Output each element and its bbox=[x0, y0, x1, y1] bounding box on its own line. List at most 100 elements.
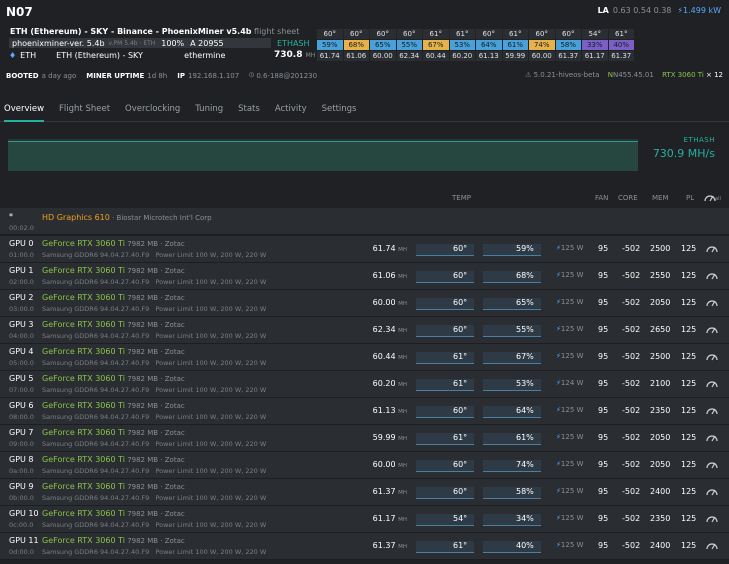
gpu-mem-detail: Samsung GDDR6 94.04.27.40.F9 Power Limit… bbox=[42, 521, 266, 529]
gpu-mem-detail: Samsung GDDR6 94.04.27.40.F9 Power Limit… bbox=[42, 467, 266, 475]
gpu-hashrate-unit: MH bbox=[398, 490, 407, 496]
gpu-hashrate-value: 61.13 bbox=[372, 406, 396, 415]
gpu-bus: 02:00.0 bbox=[9, 278, 34, 286]
gpu-hashrate-value: 61.17 bbox=[372, 514, 396, 523]
gpu-row[interactable]: GPU 3 04:00.0 GeForce RTX 3060 Ti 7982 MB … bbox=[0, 317, 729, 344]
gauge-icon[interactable] bbox=[706, 270, 718, 280]
summary-temp-0: 60° bbox=[317, 29, 343, 39]
tab-settings[interactable]: Settings bbox=[322, 100, 357, 122]
gpu-core-oc: -502 bbox=[622, 487, 641, 496]
gpu-hashrate-unit: MH bbox=[398, 301, 407, 307]
gpu-power-value: 125 W bbox=[560, 460, 584, 468]
gpu-pl: 125 bbox=[681, 487, 697, 496]
gpu-mem-type: Samsung GDDR6 94.04.27.40.F9 bbox=[42, 332, 150, 340]
accepted-shares: A 20955 bbox=[190, 38, 224, 48]
gauge-icon[interactable] bbox=[706, 243, 718, 253]
gpu-title: GeForce RTX 3060 Ti 7982 MB · Zotac bbox=[42, 239, 185, 248]
gpu-mem-oc: 2500 bbox=[650, 244, 671, 253]
gauge-icon[interactable] bbox=[706, 459, 718, 469]
gpu-title: GeForce RTX 3060 Ti 7982 MB · Zotac bbox=[42, 293, 185, 302]
tab-tuning[interactable]: Tuning bbox=[195, 100, 223, 122]
gpu-row[interactable]: GPU 8 0a:00.0 GeForce RTX 3060 Ti 7982 MB … bbox=[0, 452, 729, 479]
gpu-fan: 34% bbox=[516, 514, 534, 523]
gpu-power-limit: Power Limit 100 W, 200 W, 220 W bbox=[155, 467, 267, 475]
flight-sheet-name[interactable]: ETH (Ethereum) - SKY - Binance - Phoenix… bbox=[10, 27, 252, 36]
gpu-mem-type: Samsung GDDR6 94.04.27.40.F9 bbox=[42, 467, 150, 475]
summary-fan-3: 55% bbox=[396, 40, 422, 50]
gauge-icon[interactable] bbox=[706, 486, 718, 496]
flight-sheet-title[interactable]: ETH (Ethereum) - SKY - Binance - Phoenix… bbox=[10, 27, 299, 36]
gpu-fan: 53% bbox=[516, 379, 534, 388]
gpu-temp: 60° bbox=[453, 271, 468, 280]
tab-overview[interactable]: Overview bbox=[4, 100, 45, 122]
miner-name: phoenixminer-ver. 5.4b bbox=[12, 38, 105, 48]
gpu-row[interactable]: GPU 10 0c:00.0 GeForce RTX 3060 Ti 7982 MB… bbox=[0, 506, 729, 533]
gauge-icon[interactable] bbox=[706, 351, 718, 361]
gpu-row[interactable]: GPU 4 05:00.0 GeForce RTX 3060 Ti 7982 MB … bbox=[0, 344, 729, 371]
summary-temp-9: 60° bbox=[555, 29, 581, 39]
gpu-hashrate-value: 60.00 bbox=[372, 460, 396, 469]
gpu-row[interactable]: GPU 9 0b:00.0 GeForce RTX 3060 Ti 7982 MB … bbox=[0, 479, 729, 506]
gpu-power-value: 125 W bbox=[560, 325, 584, 333]
gauge-icon[interactable] bbox=[706, 297, 718, 307]
tab-flight-sheet[interactable]: Flight Sheet bbox=[59, 100, 110, 122]
gpu-row[interactable]: GPU 0 01:00.0 GeForce RTX 3060 Ti 7982 MB … bbox=[0, 236, 729, 263]
coin-symbol: ETH bbox=[20, 50, 37, 60]
gpu-hashrate: 60.44 MH bbox=[373, 352, 407, 361]
gpu-bus: 03:00.0 bbox=[9, 305, 34, 313]
miner-row[interactable]: phoenixminer-ver. 5.4b v.PM 5.4b · ETH 1… bbox=[9, 38, 271, 48]
gpu-row[interactable]: GPU 7 09:00.0 GeForce RTX 3060 Ti 7982 MB … bbox=[0, 425, 729, 452]
info-right: ⚠ 5.0.21-hiveos-beta NN455.45.01 RTX 306… bbox=[525, 71, 723, 79]
gpu-fan-pct: 95 bbox=[598, 406, 609, 415]
gpu-row[interactable]: GPU 1 02:00.0 GeForce RTX 3060 Ti 7982 MB … bbox=[0, 263, 729, 290]
gpu-row[interactable]: GPU 6 08:00.0 GeForce RTX 3060 Ti 7982 MB … bbox=[0, 398, 729, 425]
gpu-fan-pct: 95 bbox=[598, 460, 609, 469]
gpu-hashrate-value: 59.99 bbox=[372, 433, 396, 442]
summary-hashrate-6: 61.13 bbox=[476, 51, 502, 61]
gpu-core-oc: -502 bbox=[622, 433, 641, 442]
gpu-hashrate-unit: MH bbox=[398, 544, 407, 550]
gpu-hashrate-unit: MH bbox=[398, 463, 407, 469]
summary-temp-3: 60° bbox=[396, 29, 422, 39]
gpu-power-value: 125 W bbox=[560, 406, 584, 414]
gpu-power: ⚡125 W bbox=[556, 541, 583, 549]
igpu-row[interactable]: * 00:02.0 HD Graphics 610 · Biostar Micr… bbox=[0, 208, 729, 235]
gpu-power-value: 125 W bbox=[560, 514, 584, 522]
summary-temp-11: 61° bbox=[608, 29, 634, 39]
col-all[interactable]: all bbox=[715, 196, 721, 202]
tab-stats[interactable]: Stats bbox=[238, 100, 260, 122]
gpu-temp: 60° bbox=[453, 298, 468, 307]
miner-hashrate: 730.8 MH bbox=[274, 50, 315, 60]
igpu-name: HD Graphics 610 bbox=[42, 213, 110, 222]
gpu-mem-detail: Samsung GDDR6 94.04.27.40.F9 Power Limit… bbox=[42, 440, 266, 448]
gpu-row[interactable]: GPU 11 0d:00.0 GeForce RTX 3060 Ti 7982 MB… bbox=[0, 533, 729, 560]
gpu-core-oc: -502 bbox=[622, 325, 641, 334]
tab-overclocking[interactable]: Overclocking bbox=[125, 100, 180, 122]
gauge-icon[interactable] bbox=[706, 540, 718, 550]
gpu-power: ⚡125 W bbox=[556, 460, 583, 468]
gpu-mem-oc: 2500 bbox=[650, 352, 671, 361]
gauge-icon[interactable] bbox=[706, 378, 718, 388]
gpu-row[interactable]: GPU 2 03:00.0 GeForce RTX 3060 Ti 7982 MB … bbox=[0, 290, 729, 317]
gpu-title: GeForce RTX 3060 Ti 7982 MB · Zotac bbox=[42, 509, 185, 518]
gauge-icon[interactable] bbox=[706, 513, 718, 523]
gpu-hashrate: 60.00 MH bbox=[373, 298, 407, 307]
summary-fan-6: 64% bbox=[476, 40, 502, 50]
gpu-power-limit: Power Limit 100 W, 200 W, 220 W bbox=[155, 359, 267, 367]
gpu-row[interactable]: GPU 5 07:00.0 GeForce RTX 3060 Ti 7982 MB … bbox=[0, 371, 729, 398]
gpu-pl: 125 bbox=[681, 379, 697, 388]
tab-activity[interactable]: Activity bbox=[275, 100, 307, 122]
gpu-core-oc: -502 bbox=[622, 406, 641, 415]
coin-row: ♦ ETH ETH (Ethereum) - SKY ethermine bbox=[9, 50, 271, 60]
summary-fan-9: 58% bbox=[555, 40, 581, 50]
gauge-icon[interactable] bbox=[706, 324, 718, 334]
gpu-id: GPU 6 bbox=[9, 401, 34, 410]
gauge-icon[interactable] bbox=[706, 405, 718, 415]
gauge-icon[interactable] bbox=[706, 432, 718, 442]
gpu-hashrate-unit: MH bbox=[398, 382, 407, 388]
col-temp: TEMP bbox=[452, 194, 471, 202]
gpu-mem-info: 7982 MB · Zotac bbox=[124, 402, 185, 410]
gpu-bus: 0c:00.0 bbox=[9, 521, 34, 529]
summary-hashrate-11: 61.37 bbox=[608, 51, 634, 61]
summary-fan-2: 65% bbox=[370, 40, 396, 50]
